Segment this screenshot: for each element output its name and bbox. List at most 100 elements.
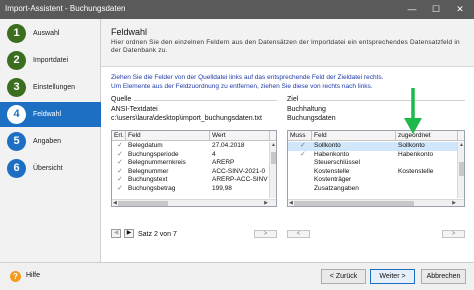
column-header[interactable]: Muss xyxy=(288,131,312,141)
check-icon: ✓ xyxy=(117,176,123,183)
page-header: Feldwahl Hier ordnen Sie den einzelnen F… xyxy=(101,19,474,67)
table-row[interactable]: ✓ Buchungsbetrag 199,98 xyxy=(112,185,276,194)
scroll-thumb[interactable] xyxy=(294,201,414,206)
back-button[interactable]: < Zurück xyxy=(321,269,366,284)
vertical-scrollbar[interactable]: ▲ xyxy=(269,142,276,198)
scroll-up-icon[interactable]: ▲ xyxy=(271,142,276,148)
table-row[interactable]: ✓ Belegnummer ACC-SINV-2021-0 xyxy=(112,168,276,177)
field-cell: Habenkonto xyxy=(314,150,350,158)
check-icon: ✓ xyxy=(300,150,306,158)
divider xyxy=(134,100,277,101)
move-right-button[interactable]: > xyxy=(442,230,465,238)
minimize-button[interactable]: — xyxy=(404,2,420,16)
scroll-right-icon[interactable]: ▶ xyxy=(452,200,456,206)
field-cell: Kostenträger xyxy=(314,176,352,183)
help-icon[interactable]: ? xyxy=(10,271,21,282)
value-cell: ARERP-ACC-SINV xyxy=(212,176,268,183)
value-cell: 27.04.2018 xyxy=(212,142,245,149)
table-row[interactable]: ✓ Sollkonto Sollkonto xyxy=(288,142,464,151)
horizontal-scrollbar[interactable]: ◀ ▶ xyxy=(112,199,276,206)
step-number: 3 xyxy=(7,78,26,97)
check-icon: ✓ xyxy=(117,184,123,192)
step-einstellungen[interactable]: 3 Einstellungen xyxy=(0,75,101,100)
table-row[interactable]: ✓ Belegdatum 27.04.2018 xyxy=(112,142,276,151)
step-uebersicht[interactable]: 6 Übersicht xyxy=(0,156,101,181)
field-cell: Belegnummer xyxy=(128,167,169,175)
step-label: Übersicht xyxy=(33,165,63,172)
main-panel: Feldwahl Hier ordnen Sie den einzelnen F… xyxy=(101,19,474,262)
table-row[interactable]: ✓ Buchungstext ARERP-ACC-SINV xyxy=(112,176,276,185)
value-cell: ARERP xyxy=(212,159,235,166)
next-record-button[interactable]: ▶ xyxy=(124,229,134,238)
scroll-thumb[interactable] xyxy=(118,201,168,206)
field-cell: Buchungstext xyxy=(128,176,168,183)
instruction-line: Ziehen Sie die Felder von der Quelldatei… xyxy=(111,74,384,81)
scroll-left-icon[interactable]: ◀ xyxy=(289,200,293,206)
field-cell: Buchungsbetrag xyxy=(128,184,176,192)
step-importdatei[interactable]: 2 Importdatei xyxy=(0,48,101,73)
instructions: Ziehen Sie die Felder von der Quelldatei… xyxy=(111,73,466,91)
table-row[interactable]: Zusatzangaben xyxy=(288,185,464,194)
table-row[interactable]: Steuerschlüssel xyxy=(288,159,464,168)
scroll-right-icon[interactable]: ▶ xyxy=(264,200,268,206)
step-number: 4 xyxy=(7,105,26,124)
check-icon: ✓ xyxy=(117,142,123,149)
column-header[interactable]: Erl. xyxy=(112,131,126,141)
record-status: Satz 2 von 7 xyxy=(138,231,177,238)
column-header[interactable]: Feld xyxy=(126,131,210,141)
table-row[interactable]: ✓ Buchungsperiode 4 xyxy=(112,151,276,160)
field-cell: Belegnummernkreis xyxy=(128,159,186,166)
scroll-thumb[interactable] xyxy=(271,152,276,164)
check-icon: ✓ xyxy=(117,159,123,166)
step-label: Einstellungen xyxy=(33,84,76,91)
remove-button[interactable]: < xyxy=(287,230,310,238)
step-angaben[interactable]: 5 Angaben xyxy=(0,129,101,154)
close-button[interactable]: ✕ xyxy=(452,2,468,16)
field-cell: Sollkonto xyxy=(314,142,341,149)
target-name: Buchhaltung xyxy=(287,106,326,113)
table-row[interactable]: Kostenträger xyxy=(288,176,464,185)
target-subname: Buchungsdaten xyxy=(287,115,336,122)
page-title: Feldwahl xyxy=(111,27,148,37)
field-cell: Steuerschlüssel xyxy=(314,159,360,166)
scroll-up-icon[interactable]: ▲ xyxy=(459,142,464,148)
check-icon: ✓ xyxy=(117,167,123,175)
value-cell: 199,98 xyxy=(212,184,232,192)
source-table[interactable]: Erl. Feld Wert ✓ Belegdatum 27.04.2018 ✓… xyxy=(111,130,277,207)
step-number: 5 xyxy=(7,132,26,151)
table-header: Erl. Feld Wert xyxy=(112,131,276,141)
assign-button[interactable]: > xyxy=(254,230,277,238)
help-label[interactable]: Hilfe xyxy=(26,272,40,279)
column-header[interactable]: Wert xyxy=(210,131,270,141)
check-icon: ✓ xyxy=(300,142,306,149)
vertical-scrollbar[interactable]: ▲ xyxy=(457,142,464,198)
page-description: Hier ordnen Sie den einzelnen Feldern au… xyxy=(111,39,460,54)
cancel-button[interactable]: Abbrechen xyxy=(421,269,466,284)
step-number: 1 xyxy=(7,24,26,43)
next-button[interactable]: Weiter > xyxy=(370,269,415,284)
column-header[interactable]: Feld xyxy=(312,131,396,141)
table-row[interactable]: ✓ Habenkonto Habenkonto xyxy=(288,151,464,160)
scroll-thumb[interactable] xyxy=(459,162,464,176)
field-cell: Zusatzangaben xyxy=(314,184,359,192)
instruction-line: Um Elemente aus der Feldzuordnung zu ent… xyxy=(111,83,373,90)
field-cell: Buchungsperiode xyxy=(128,150,179,158)
horizontal-scrollbar[interactable]: ◀ ▶ xyxy=(288,199,464,206)
source-name: ANSI-Textdatei xyxy=(111,106,158,113)
previous-record-button[interactable]: ◀ xyxy=(111,229,121,238)
assigned-cell: Sollkonto xyxy=(398,142,425,149)
table-row[interactable]: ✓ Belegnummernkreis ARERP xyxy=(112,159,276,168)
title-bar: Import-Assistent - Buchungsdaten — ☐ ✕ xyxy=(0,0,474,19)
assigned-cell: Habenkonto xyxy=(398,150,434,158)
step-auswahl[interactable]: 1 Auswahl xyxy=(0,21,101,46)
table-row[interactable]: Kostenstelle Kostenstelle xyxy=(288,168,464,177)
column-header[interactable]: zugeordnet xyxy=(396,131,458,141)
assigned-cell: Kostenstelle xyxy=(398,167,434,175)
maximize-button[interactable]: ☐ xyxy=(428,2,444,16)
scroll-left-icon[interactable]: ◀ xyxy=(113,200,117,206)
target-table[interactable]: Muss Feld zugeordnet ✓ Sollkonto Sollkon… xyxy=(287,130,465,207)
step-feldwahl[interactable]: 4 Feldwahl xyxy=(0,102,101,127)
step-label: Auswahl xyxy=(33,30,60,37)
step-label: Angaben xyxy=(33,138,62,145)
footer-bar: ? Hilfe < Zurück Weiter > Abbrechen xyxy=(0,262,474,290)
